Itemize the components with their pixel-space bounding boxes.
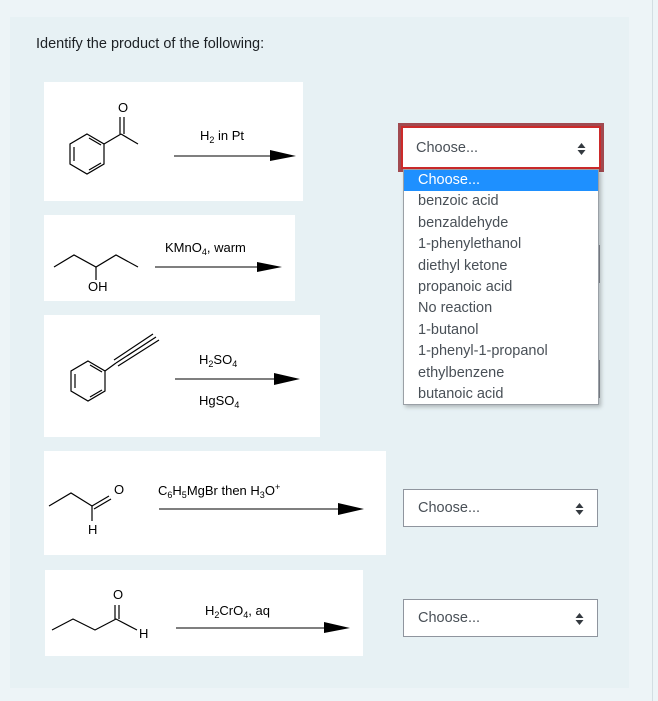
atom-label-hydrogen: H [139, 626, 149, 641]
atom-label-hydroxyl: OH [88, 279, 108, 294]
reaction-3: H2SO4 HgSO4 [44, 315, 320, 437]
select-value: Choose... [418, 500, 481, 516]
reactant-butanal-structure [51, 605, 350, 633]
option-choose[interactable]: Choose... [404, 170, 598, 192]
reaction-4: O H C6H5MgBr then H3O+ [44, 451, 386, 555]
reagent-label-bottom: HgSO4 [199, 393, 240, 410]
reaction-arrow-1 [174, 150, 296, 161]
answer-select-4[interactable]: Choose... [403, 489, 598, 527]
reagent-label: H2CrO4, aq [205, 603, 270, 620]
up-down-caret-icon [575, 503, 584, 515]
reaction-arrow-2 [155, 262, 282, 272]
reagent-label: KMnO4, warm [165, 240, 246, 257]
option-1-phenyl-1-propanol[interactable]: 1-phenyl-1-propanol [404, 341, 598, 362]
reaction-arrow-4 [159, 503, 364, 515]
option-no-reaction[interactable]: No reaction [404, 298, 598, 319]
option-benzoic-acid[interactable]: benzoic acid [404, 191, 598, 212]
reaction-2: OH KMnO4, warm [44, 215, 295, 301]
select-value: Choose... [416, 140, 479, 156]
up-down-caret-icon [575, 613, 584, 625]
option-ethylbenzene[interactable]: ethylbenzene [404, 363, 598, 384]
reaction-arrow-5 [176, 622, 350, 633]
reactant-propanal-structure [48, 492, 364, 521]
atom-label-hydrogen: H [88, 522, 98, 537]
reactant-phenylacetylene-structure [70, 333, 300, 402]
reaction-5: O H H2CrO4, aq [45, 570, 363, 656]
answer-options-list[interactable]: Choose... benzoic acid benzaldehyde 1-ph… [403, 169, 599, 405]
reagent-label: C6H5MgBr then H3O+ [158, 482, 281, 500]
atom-label-oxygen: O [114, 482, 125, 497]
option-propanoic-acid[interactable]: propanoic acid [404, 277, 598, 298]
option-benzaldehyde[interactable]: benzaldehyde [404, 213, 598, 234]
up-down-caret-icon [577, 143, 586, 155]
option-1-butanol[interactable]: 1-butanol [404, 320, 598, 341]
reaction-arrow-3 [175, 373, 300, 385]
answer-select-5[interactable]: Choose... [403, 599, 598, 637]
reactant-3-pentanol-structure [53, 254, 282, 280]
reaction-1: O H2 in Pt [44, 82, 303, 201]
atom-label-oxygen: O [118, 100, 129, 115]
answer-select-1[interactable]: Choose... [401, 126, 601, 169]
reagent-label: H2 in Pt [200, 128, 245, 145]
atom-label-oxygen: O [113, 587, 124, 602]
question-prompt: Identify the product of the following: [36, 36, 265, 52]
option-diethyl-ketone[interactable]: diethyl ketone [404, 256, 598, 277]
page-scroll-edge [652, 0, 653, 701]
option-1-phenylethanol[interactable]: 1-phenylethanol [404, 234, 598, 255]
reagent-label-top: H2SO4 [199, 352, 238, 369]
select-value: Choose... [418, 610, 481, 626]
option-butanoic-acid[interactable]: butanoic acid [404, 384, 598, 405]
reactant-acetophenone-structure [69, 117, 296, 175]
